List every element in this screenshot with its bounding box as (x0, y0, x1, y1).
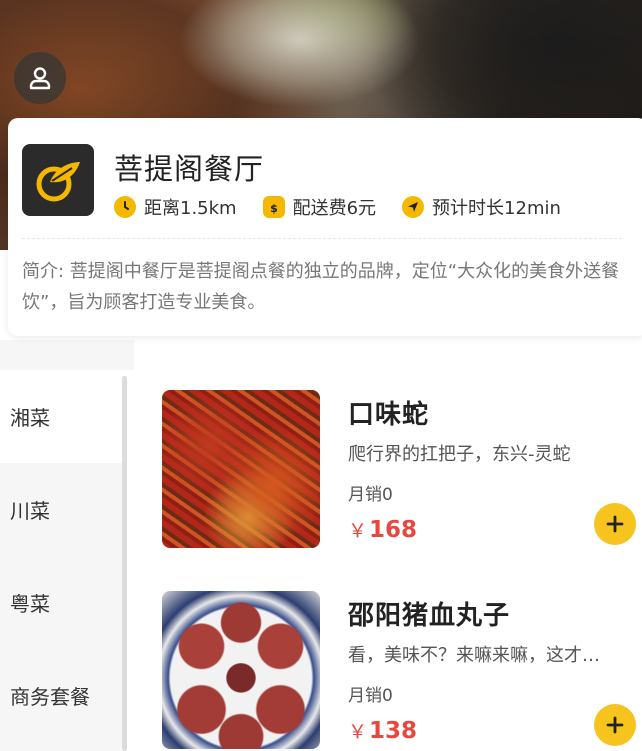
eta-info: 预计时长12min (402, 194, 561, 220)
sidebar-item-sichuan-cuisine[interactable]: 川菜 (0, 463, 122, 556)
sidebar-item-label: 粤菜 (10, 592, 50, 616)
clock-icon (114, 196, 136, 218)
add-to-cart-button[interactable] (594, 704, 636, 746)
money-bag-icon: $ (262, 196, 285, 218)
shop-info-card: 菩提阁餐厅 距离1.5km $ 配送费6元 预计时长12min 简介: 菩提阁中… (8, 118, 642, 336)
delivery-fee-info: $ 配送费6元 (262, 194, 377, 220)
sidebar-item-xiang-cuisine[interactable]: 湘菜 (0, 370, 122, 463)
currency-symbol: ￥ (348, 721, 368, 743)
product-description: 看，美味不？来嘛来嘛，这才是最 (348, 645, 616, 666)
sidebar-scrollbar[interactable] (122, 376, 127, 751)
product-item[interactable]: 口味蛇 爬行界的扛把子，东兴-灵蛇 月销0 ￥168 (162, 390, 636, 570)
sidebar-item-label: 湘菜 (10, 406, 50, 430)
product-monthly-sales: 月销0 (348, 686, 393, 706)
shop-meta-row: 距离1.5km $ 配送费6元 预计时长12min (114, 194, 561, 220)
user-icon (29, 67, 51, 90)
product-title: 邵阳猪血丸子 (348, 601, 511, 631)
product-price: ￥168 (348, 516, 417, 543)
plus-icon (606, 515, 624, 533)
sidebar-item-business-set-meal[interactable]: 商务套餐 (0, 649, 122, 742)
card-divider (22, 238, 622, 239)
plus-icon (606, 716, 624, 734)
shop-description: 简介: 菩提阁中餐厅是菩提阁点餐的独立的品牌，定位“大众化的美食外送餐饮”，旨为… (22, 261, 620, 313)
sidebar-item-label: 商务套餐 (10, 685, 90, 709)
eta-text: 预计时长12min (432, 198, 561, 219)
product-image[interactable] (162, 591, 320, 749)
delivery-fee-text: 配送费6元 (292, 198, 377, 219)
price-value: 168 (369, 517, 418, 543)
add-to-cart-button[interactable] (594, 503, 636, 545)
product-image[interactable] (162, 390, 320, 548)
sidebar-item-label: 川菜 (10, 499, 50, 523)
price-value: 138 (369, 718, 418, 744)
product-description: 爬行界的扛把子，东兴-灵蛇 (348, 444, 571, 465)
category-sidebar[interactable]: 湘菜 川菜 粤菜 商务套餐 (0, 370, 122, 751)
distance-info: 距离1.5km (114, 194, 237, 220)
sidebar-header-spacer (0, 340, 134, 370)
currency-symbol: ￥ (348, 520, 368, 542)
shop-logo (22, 144, 94, 216)
menu-content: 湘菜 川菜 粤菜 商务套餐 口味蛇 爬行界的扛把子，东兴-灵蛇 月销0 ￥168… (0, 340, 642, 751)
distance-text: 距离1.5km (144, 198, 237, 219)
sidebar-item-cantonese-cuisine[interactable]: 粤菜 (0, 556, 122, 649)
user-profile-button[interactable] (14, 52, 66, 104)
svg-text:$: $ (270, 202, 278, 214)
product-price: ￥138 (348, 717, 417, 744)
navigation-icon (402, 196, 425, 218)
shop-name: 菩提阁餐厅 (114, 152, 265, 186)
product-item[interactable]: 邵阳猪血丸子 看，美味不？来嘛来嘛，这才是最 月销0 ￥138 (162, 591, 636, 751)
product-monthly-sales: 月销0 (348, 485, 393, 505)
product-title: 口味蛇 (348, 400, 430, 430)
leaf-logo-icon (36, 162, 80, 202)
